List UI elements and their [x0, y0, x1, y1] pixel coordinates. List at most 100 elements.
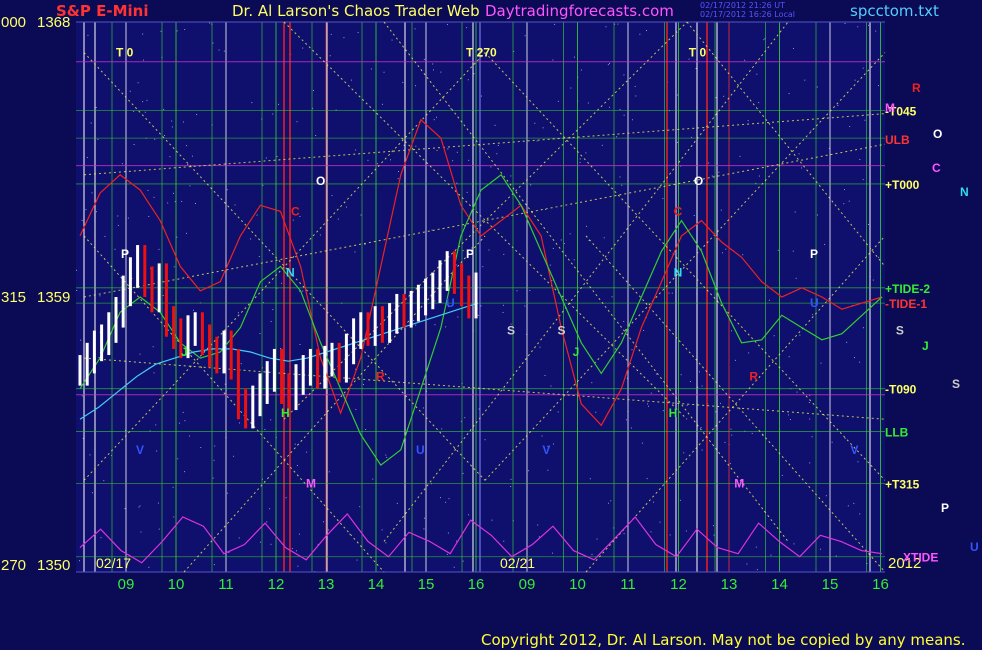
star-dot — [729, 463, 731, 465]
chart-marker: V — [542, 443, 550, 457]
star-dot — [825, 495, 827, 497]
star-dot — [329, 55, 331, 57]
copyright-notice: Copyright 2012, Dr. Al Larson. May not b… — [481, 631, 966, 649]
star-dot — [184, 29, 186, 31]
star-dot — [360, 214, 362, 216]
star-dot — [447, 148, 449, 150]
star-dot — [456, 151, 458, 153]
star-dot — [306, 451, 308, 453]
star-dot — [552, 443, 554, 445]
star-dot — [715, 97, 717, 99]
star-dot — [186, 232, 188, 234]
star-dot — [611, 296, 613, 298]
star-dot — [432, 69, 434, 71]
star-dot — [846, 341, 848, 343]
star-dot — [272, 113, 274, 115]
star-dot — [809, 418, 811, 420]
star-dot — [857, 461, 859, 463]
star-dot — [801, 167, 803, 169]
star-dot — [528, 470, 530, 472]
star-dot — [121, 163, 123, 165]
star-dot — [816, 86, 818, 88]
star-dot — [868, 24, 870, 26]
chart-marker: J — [181, 345, 188, 359]
star-dot — [662, 410, 664, 412]
star-dot — [365, 428, 367, 430]
star-dot — [89, 454, 91, 456]
star-dot — [349, 533, 351, 535]
star-dot — [616, 136, 618, 138]
star-dot — [768, 299, 770, 301]
star-dot — [117, 215, 119, 217]
star-dot — [623, 533, 625, 535]
star-dot — [837, 104, 839, 106]
hour-tick-label: 15 — [822, 576, 839, 593]
star-dot — [623, 114, 625, 116]
star-dot — [490, 166, 492, 168]
star-dot — [721, 252, 723, 254]
star-dot — [646, 478, 648, 480]
site-link[interactable]: Daytradingforecasts.com — [485, 2, 674, 20]
star-dot — [184, 471, 186, 473]
star-dot — [480, 305, 482, 307]
star-dot — [171, 126, 173, 128]
star-dot — [142, 101, 144, 103]
star-dot — [328, 471, 330, 473]
hour-tick-label: 10 — [569, 576, 586, 593]
star-dot — [857, 26, 859, 28]
star-dot — [544, 374, 546, 376]
chart-marker: M — [306, 476, 316, 490]
star-dot — [323, 521, 325, 523]
star-dot — [650, 392, 652, 394]
hour-tick-label: 13 — [721, 576, 738, 593]
hour-tick-label: 16 — [872, 576, 889, 593]
hour-tick-label: 12 — [268, 576, 285, 593]
star-dot — [701, 385, 703, 387]
star-dot — [182, 121, 184, 123]
star-dot — [296, 464, 298, 466]
star-dot — [758, 102, 760, 104]
star-dot — [315, 134, 317, 136]
star-dot — [631, 349, 633, 351]
star-dot — [623, 74, 625, 76]
star-dot — [580, 69, 582, 71]
star-dot — [824, 243, 826, 245]
star-dot — [452, 160, 454, 162]
star-dot — [477, 314, 479, 316]
hour-tick-label: 11 — [620, 576, 636, 593]
star-dot — [223, 50, 225, 52]
star-dot — [468, 159, 470, 161]
star-dot — [503, 540, 505, 542]
star-dot — [193, 309, 195, 311]
star-dot — [454, 448, 456, 450]
star-dot — [652, 501, 654, 503]
star-dot — [659, 521, 661, 523]
star-dot — [299, 343, 301, 345]
star-dot — [494, 124, 496, 126]
star-dot — [200, 447, 202, 449]
star-dot — [163, 108, 165, 110]
star-dot — [473, 73, 475, 75]
star-dot — [835, 555, 837, 557]
star-dot — [81, 395, 83, 397]
level-label: -T090 — [885, 383, 917, 397]
star-dot — [788, 93, 790, 95]
star-dot — [162, 295, 164, 297]
star-dot — [734, 359, 736, 361]
star-dot — [844, 23, 846, 25]
star-dot — [586, 225, 588, 227]
star-dot — [639, 33, 641, 35]
star-dot — [445, 501, 447, 503]
star-dot — [693, 215, 695, 217]
date-label-1: 02/17 — [96, 555, 131, 571]
hour-tick-label: 11 — [218, 576, 234, 593]
chart-marker: U — [810, 296, 819, 310]
star-dot — [456, 540, 458, 542]
star-dot — [270, 419, 272, 421]
star-dot — [143, 59, 145, 61]
star-dot — [173, 516, 175, 518]
star-dot — [154, 138, 156, 140]
star-dot — [529, 289, 531, 291]
star-dot — [789, 419, 791, 421]
star-dot — [238, 537, 240, 539]
